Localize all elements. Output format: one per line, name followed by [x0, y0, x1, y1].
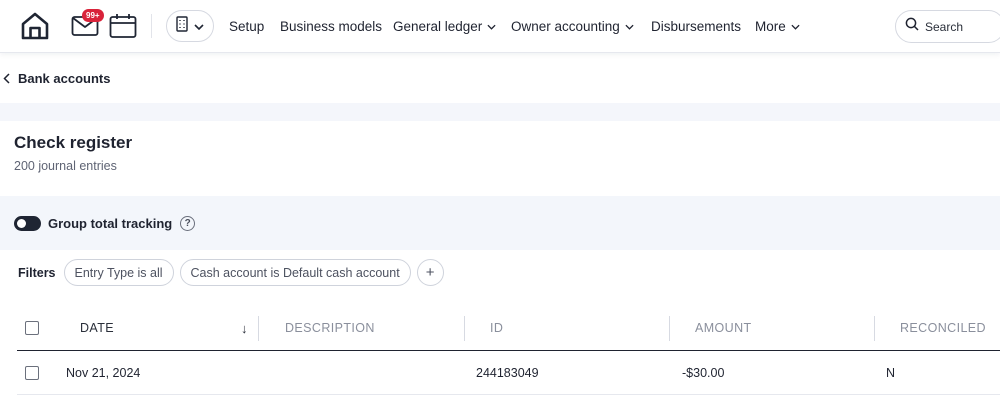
help-icon[interactable]: ? [180, 215, 196, 231]
cell-id: 244183049 [476, 366, 539, 380]
nav-item-setup[interactable]: Setup [229, 0, 264, 53]
chevron-down-icon [791, 24, 800, 30]
cell-amount: -$30.00 [682, 366, 725, 380]
chevron-down-icon [487, 24, 496, 30]
nav-item-disbursements[interactable]: Disbursements [651, 0, 741, 53]
search-box[interactable] [895, 10, 1000, 43]
chevron-down-icon [625, 24, 634, 30]
filters-bar: Filters Entry Type is all Cash account i… [0, 250, 1000, 295]
column-divider[interactable] [874, 316, 875, 341]
nav-label: Disbursements [651, 19, 742, 34]
building-icon [176, 15, 188, 37]
breadcrumb-label: Bank accounts [18, 71, 111, 86]
nav-label: Owner accounting [511, 19, 620, 34]
column-header-reconciled[interactable]: RECONCILED [900, 305, 986, 351]
search-input[interactable] [925, 19, 995, 34]
sort-arrow-icon[interactable]: ↓ [241, 305, 248, 351]
nav-item-more[interactable]: More [755, 0, 800, 53]
column-header-description[interactable]: DESCRIPTION [285, 305, 375, 351]
filters-label: Filters [18, 265, 56, 280]
cell-date: Nov 21, 2024 [66, 366, 141, 380]
nav-label: Setup [229, 19, 265, 34]
nav-item-business-models[interactable]: Business models [280, 0, 382, 53]
cell-reconciled: N [886, 366, 896, 380]
filter-chip-cash-account[interactable]: Cash account is Default cash account [179, 259, 411, 286]
group-total-tracking-toggle[interactable] [14, 215, 41, 231]
table-header: DATE ↓ DESCRIPTION ID AMOUNT RECONCILED [17, 305, 1000, 351]
column-divider[interactable] [464, 316, 465, 341]
nav-item-owner-accounting[interactable]: Owner accounting [511, 0, 634, 53]
table-row[interactable]: Nov 21, 2024 244183049 -$30.00 N [17, 351, 1000, 395]
filter-chip-entry-type[interactable]: Entry Type is all [63, 259, 174, 286]
home-icon[interactable] [18, 10, 52, 42]
calendar-icon[interactable] [108, 12, 138, 40]
nav-item-general-ledger[interactable]: General ledger [393, 0, 496, 53]
nav-label: More [755, 19, 786, 34]
search-icon [905, 17, 919, 36]
column-header-amount[interactable]: AMOUNT [695, 305, 752, 351]
checkbox[interactable] [25, 321, 39, 335]
row-checkbox-cell[interactable] [25, 351, 39, 395]
section-divider [0, 103, 1000, 121]
checkbox[interactable] [25, 366, 39, 380]
notification-badge: 99+ [82, 9, 104, 22]
toggle-label: Group total tracking [48, 215, 173, 231]
nav-label: Business models [280, 19, 383, 34]
page-title: Check register [14, 133, 133, 152]
select-all-checkbox[interactable] [25, 305, 39, 351]
back-to-bank-accounts-link[interactable]: Bank accounts [0, 54, 1000, 103]
column-header-date[interactable]: DATE [80, 305, 114, 351]
app-switcher[interactable] [166, 10, 214, 42]
column-divider[interactable] [669, 316, 670, 341]
column-divider[interactable] [258, 316, 259, 341]
add-filter-button[interactable]: + [416, 259, 444, 286]
nav-divider [151, 14, 152, 38]
entry-count: 200 journal entries [14, 159, 117, 173]
chevron-left-icon [3, 73, 10, 84]
top-navigation: 99+ Setup Business models General ledger [0, 0, 1000, 53]
group-total-tracking-row: Group total tracking ? [0, 196, 1000, 250]
column-header-id[interactable]: ID [490, 305, 503, 351]
chevron-down-icon [194, 17, 204, 35]
nav-label: General ledger [393, 19, 483, 34]
toggle-knob [17, 218, 26, 228]
